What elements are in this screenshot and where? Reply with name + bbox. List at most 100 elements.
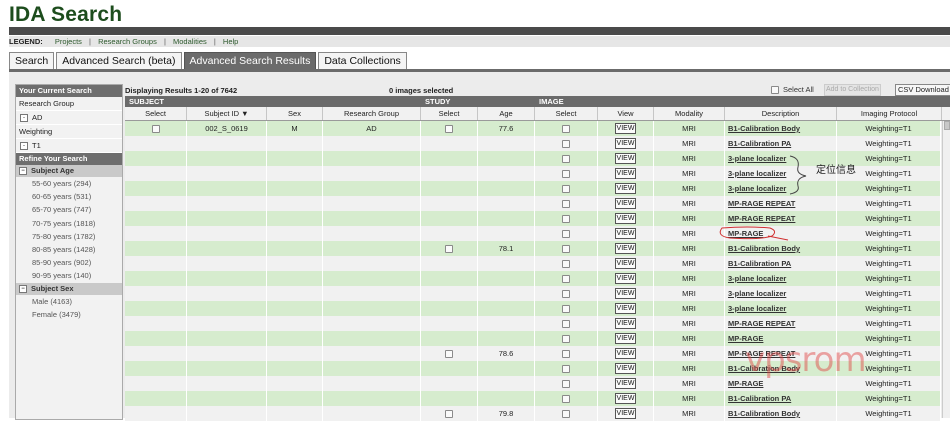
view-button[interactable]: VIEW xyxy=(614,378,637,390)
facet-item[interactable]: 60-65 years (531) xyxy=(16,190,122,203)
description-link[interactable]: MP-RAGE xyxy=(728,229,763,238)
facet-item[interactable]: 85-90 years (902) xyxy=(16,256,122,269)
study-select-checkbox[interactable] xyxy=(445,124,453,133)
description-link[interactable]: MP-RAGE REPEAT xyxy=(728,199,795,208)
facet-item[interactable]: 65-70 years (747) xyxy=(16,203,122,216)
view-button[interactable]: VIEW xyxy=(614,243,637,255)
column-header-research-group[interactable]: Research Group xyxy=(323,107,421,120)
remove-filter-icon[interactable]: - xyxy=(20,142,28,151)
column-header-subject-id[interactable]: Subject ID ▼ xyxy=(187,107,267,120)
collapse-icon[interactable]: − xyxy=(19,167,27,176)
subject-select-checkbox[interactable] xyxy=(151,124,160,133)
image-select-checkbox[interactable] xyxy=(562,289,570,298)
description-link[interactable]: 3-plane localizer xyxy=(728,274,786,283)
description-link[interactable]: 3-plane localizer xyxy=(728,154,786,163)
legend-link-projects[interactable]: Projects xyxy=(55,37,82,46)
results-scrollbar[interactable] xyxy=(942,121,950,418)
image-select-checkbox[interactable] xyxy=(562,124,570,133)
description-link[interactable]: 3-plane localizer xyxy=(728,304,786,313)
facet-item[interactable]: 55-60 years (294) xyxy=(16,177,122,190)
facet-item[interactable]: Female (3479) xyxy=(16,308,122,321)
image-select-checkbox[interactable] xyxy=(562,379,570,388)
facet-item[interactable]: 75-80 years (1782) xyxy=(16,230,122,243)
facet-heading-subject-age[interactable]: − Subject Age xyxy=(16,165,122,177)
remove-filter-icon[interactable]: - xyxy=(20,114,28,123)
image-select-checkbox[interactable] xyxy=(562,259,570,268)
description-link[interactable]: MP-RAGE REPEAT xyxy=(728,214,795,223)
facet-item[interactable]: 70-75 years (1818) xyxy=(16,217,122,230)
description-link[interactable]: 3-plane localizer xyxy=(728,184,786,193)
add-to-collection-button[interactable]: Add to Collection xyxy=(824,84,881,96)
description-link[interactable]: B1-Calibration Body xyxy=(728,244,800,253)
view-button[interactable]: VIEW xyxy=(614,408,637,420)
description-link[interactable]: B1-Calibration PA xyxy=(728,259,791,268)
view-button[interactable]: VIEW xyxy=(614,123,637,135)
scroll-up-button[interactable] xyxy=(944,121,950,130)
image-select-checkbox[interactable] xyxy=(562,409,570,418)
view-button[interactable]: VIEW xyxy=(614,228,637,240)
legend-link-research-groups[interactable]: Research Groups xyxy=(98,37,157,46)
facet-item[interactable]: Male (4163) xyxy=(16,295,122,308)
csv-download-button[interactable]: CSV Download xyxy=(895,84,950,96)
view-button[interactable]: VIEW xyxy=(614,198,637,210)
collapse-icon[interactable]: − xyxy=(19,284,27,293)
facet-item[interactable]: 90-95 years (140) xyxy=(16,269,122,282)
facet-heading-subject-sex[interactable]: − Subject Sex xyxy=(16,282,122,295)
view-button[interactable]: VIEW xyxy=(614,348,637,360)
image-select-checkbox[interactable] xyxy=(562,319,570,328)
study-select-checkbox[interactable] xyxy=(445,409,453,418)
image-select-checkbox[interactable] xyxy=(562,394,570,403)
view-button[interactable]: VIEW xyxy=(614,318,637,330)
image-select-checkbox[interactable] xyxy=(562,244,570,253)
tab-advanced-search-results[interactable]: Advanced Search Results xyxy=(183,52,317,70)
image-select-checkbox[interactable] xyxy=(562,349,570,358)
view-button[interactable]: VIEW xyxy=(614,258,637,270)
column-header-modality[interactable]: Modality xyxy=(654,107,725,120)
view-button[interactable]: VIEW xyxy=(614,273,637,285)
image-select-checkbox[interactable] xyxy=(562,199,570,208)
image-select-checkbox[interactable] xyxy=(562,154,570,163)
image-select-checkbox[interactable] xyxy=(562,274,570,283)
column-header-description[interactable]: Description xyxy=(725,107,837,120)
column-header-sex[interactable]: Sex xyxy=(267,107,323,120)
view-button[interactable]: VIEW xyxy=(614,153,637,165)
image-select-checkbox[interactable] xyxy=(562,139,570,148)
column-header-imaging-protocol[interactable]: Imaging Protocol xyxy=(837,107,942,120)
select-all[interactable]: Select All xyxy=(771,85,814,94)
tab-data-collections[interactable]: Data Collections xyxy=(318,52,407,70)
image-select-checkbox[interactable] xyxy=(562,229,570,238)
description-link[interactable]: MP-RAGE REPEAT xyxy=(728,319,795,328)
legend-link-help[interactable]: Help xyxy=(223,37,238,46)
description-link[interactable]: 3-plane localizer xyxy=(728,169,786,178)
current-search-item[interactable]: - AD xyxy=(16,111,122,125)
view-button[interactable]: VIEW xyxy=(614,168,637,180)
image-select-checkbox[interactable] xyxy=(562,214,570,223)
description-link[interactable]: MP-RAGE xyxy=(728,379,763,388)
description-link[interactable]: B1-Calibration Body xyxy=(728,409,800,418)
current-search-item[interactable]: - T1 xyxy=(16,139,122,153)
description-link[interactable]: B1-Calibration PA xyxy=(728,394,791,403)
view-button[interactable]: VIEW xyxy=(614,303,637,315)
select-all-checkbox[interactable] xyxy=(771,85,779,94)
image-select-checkbox[interactable] xyxy=(562,334,570,343)
view-button[interactable]: VIEW xyxy=(614,213,637,225)
description-link[interactable]: B1-Calibration Body xyxy=(728,124,800,133)
image-select-checkbox[interactable] xyxy=(562,304,570,313)
tab-advanced-search[interactable]: Advanced Search (beta) xyxy=(56,52,182,70)
column-header-age[interactable]: Age xyxy=(478,107,535,120)
tab-search[interactable]: Search xyxy=(9,52,55,70)
image-select-checkbox[interactable] xyxy=(562,184,570,193)
description-link[interactable]: 3-plane localizer xyxy=(728,289,786,298)
image-select-checkbox[interactable] xyxy=(562,364,570,373)
study-select-checkbox[interactable] xyxy=(445,244,453,253)
view-button[interactable]: VIEW xyxy=(614,138,637,150)
image-select-checkbox[interactable] xyxy=(562,169,570,178)
study-select-checkbox[interactable] xyxy=(445,349,453,358)
view-button[interactable]: VIEW xyxy=(614,288,637,300)
facet-item[interactable]: 80-85 years (1428) xyxy=(16,243,122,256)
view-button[interactable]: VIEW xyxy=(614,183,637,195)
description-link[interactable]: B1-Calibration PA xyxy=(728,139,791,148)
legend-link-modalities[interactable]: Modalities xyxy=(173,37,207,46)
view-button[interactable]: VIEW xyxy=(614,333,637,345)
view-button[interactable]: VIEW xyxy=(614,393,637,405)
